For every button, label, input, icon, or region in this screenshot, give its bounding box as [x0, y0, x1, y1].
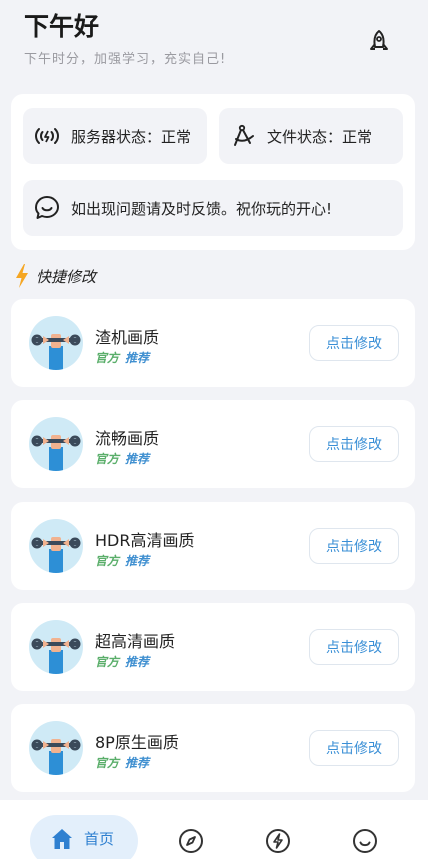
- header: 下午好 下午时分，加强学习，充实自己!: [24, 12, 404, 72]
- list-item: 流畅画质 官方 推荐 点击修改: [11, 400, 415, 488]
- rocket-icon[interactable]: [366, 28, 392, 54]
- nav-home-label: 首页: [84, 830, 115, 848]
- section-title: 快捷修改: [14, 262, 96, 290]
- item-tags: 官方 推荐: [95, 552, 149, 569]
- list-item: 渣机画质 官方 推荐 点击修改: [11, 299, 415, 387]
- wrench-person-icon: [31, 537, 81, 573]
- compass-icon[interactable]: [178, 828, 204, 854]
- file-status-label: 文件状态：正常: [267, 127, 373, 146]
- item-name: 流畅画质: [95, 429, 160, 448]
- tag-official: 官方: [95, 554, 120, 568]
- tag-official: 官方: [95, 351, 120, 365]
- lightning-icon[interactable]: [265, 828, 291, 854]
- tag-recommended: 推荐: [125, 452, 150, 466]
- status-card: 服务器状态：正常 文件状态：正常 如出现问题请及时反馈。祝你玩的开心!: [11, 94, 415, 250]
- item-tags: 官方 推荐: [95, 754, 149, 771]
- server-status-label: 服务器状态：正常: [71, 127, 192, 146]
- modify-button[interactable]: 点击修改: [309, 730, 399, 766]
- home-icon: [52, 829, 72, 849]
- tag-official: 官方: [95, 756, 120, 770]
- compass-tool-icon: [234, 124, 254, 146]
- greeting-title: 下午好: [24, 12, 100, 41]
- tag-official: 官方: [95, 452, 120, 466]
- item-name: HDR高清画质: [95, 531, 195, 550]
- modify-button[interactable]: 点击修改: [309, 325, 399, 361]
- tag-recommended: 推荐: [125, 554, 150, 568]
- tool-avatar: [29, 519, 83, 573]
- item-tags: 官方 推荐: [95, 653, 149, 670]
- tool-avatar: [29, 721, 83, 775]
- item-name: 超高清画质: [95, 632, 176, 651]
- list-item: 超高清画质 官方 推荐 点击修改: [11, 603, 415, 691]
- server-status: 服务器状态：正常: [23, 108, 207, 164]
- modify-button[interactable]: 点击修改: [309, 528, 399, 564]
- lightning-bolt-icon: [16, 264, 28, 288]
- file-status: 文件状态：正常: [219, 108, 403, 164]
- nav-home[interactable]: 首页: [30, 815, 138, 859]
- greeting-subtitle: 下午时分，加强学习，充实自己!: [24, 52, 227, 67]
- broadcast-icon: [35, 128, 59, 144]
- tag-recommended: 推荐: [125, 756, 150, 770]
- list-item: 8P原生画质 官方 推荐 点击修改: [11, 704, 415, 792]
- tag-recommended: 推荐: [125, 655, 150, 669]
- wrench-person-icon: [31, 739, 81, 775]
- tool-avatar: [29, 417, 83, 471]
- tool-avatar: [29, 316, 83, 370]
- tag-recommended: 推荐: [125, 351, 150, 365]
- wrench-person-icon: [31, 435, 81, 471]
- item-name: 渣机画质: [95, 328, 160, 347]
- modify-button[interactable]: 点击修改: [309, 426, 399, 462]
- feedback-text: 如出现问题请及时反馈。祝你玩的开心!: [71, 199, 333, 218]
- tag-official: 官方: [95, 655, 120, 669]
- section-title-label: 快捷修改: [36, 267, 97, 286]
- smile-icon[interactable]: [352, 828, 378, 854]
- modify-button[interactable]: 点击修改: [309, 629, 399, 665]
- item-tags: 官方 推荐: [95, 450, 149, 467]
- item-name: 8P原生画质: [95, 733, 179, 752]
- item-tags: 官方 推荐: [95, 349, 149, 366]
- wrench-person-icon: [31, 638, 81, 674]
- wrench-person-icon: [31, 334, 81, 370]
- bottom-nav: 首页: [0, 800, 428, 859]
- list-item: HDR高清画质 官方 推荐 点击修改: [11, 502, 415, 590]
- tool-avatar: [29, 620, 83, 674]
- chat-smile-icon: [35, 196, 59, 219]
- feedback-notice: 如出现问题请及时反馈。祝你玩的开心!: [23, 180, 403, 236]
